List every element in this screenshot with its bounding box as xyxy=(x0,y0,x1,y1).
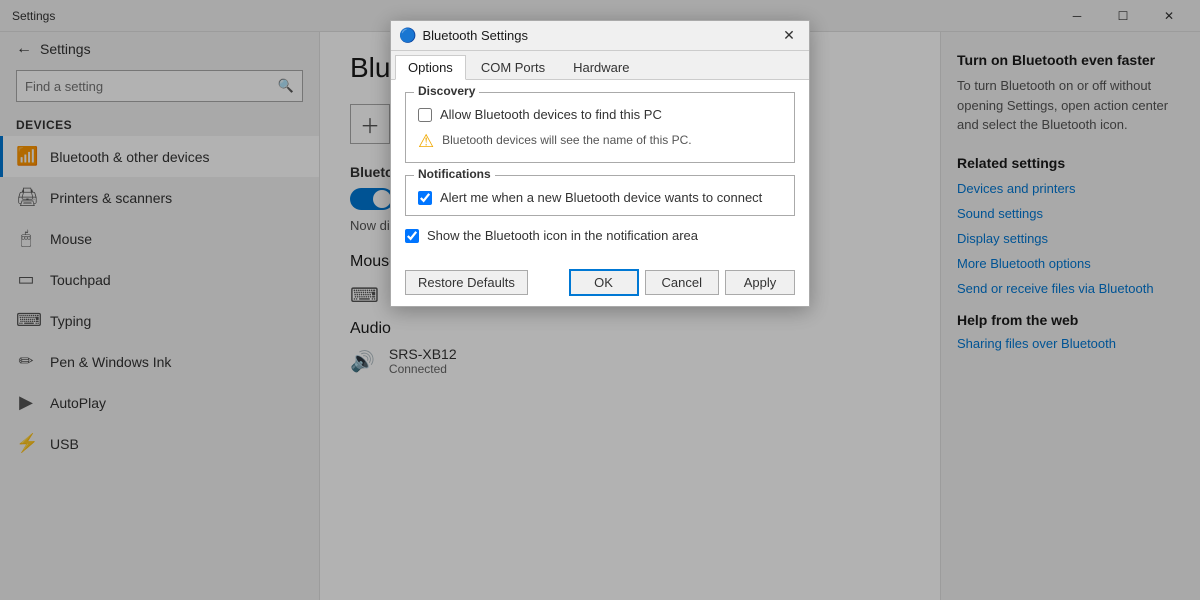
show-icon-label: Show the Bluetooth icon in the notificat… xyxy=(427,228,698,243)
tab-options[interactable]: Options xyxy=(395,55,466,80)
dialog-title: Bluetooth Settings xyxy=(422,28,771,43)
discovery-group: Discovery Allow Bluetooth devices to fin… xyxy=(405,92,795,163)
notifications-legend: Notifications xyxy=(414,167,495,181)
discovery-warning-text: Bluetooth devices will see the name of t… xyxy=(442,132,691,149)
notifications-checkbox-row: Alert me when a new Bluetooth device wan… xyxy=(418,190,782,205)
dialog-titlebar: 🔵 Bluetooth Settings ✕ xyxy=(391,21,809,51)
notifications-checkbox-label: Alert me when a new Bluetooth device wan… xyxy=(440,190,762,205)
show-icon-row: Show the Bluetooth icon in the notificat… xyxy=(405,228,795,243)
dialog-overlay: 🔵 Bluetooth Settings ✕ Options COM Ports… xyxy=(0,0,1200,600)
dialog-body: Discovery Allow Bluetooth devices to fin… xyxy=(391,80,809,263)
discovery-checkbox-row: Allow Bluetooth devices to find this PC xyxy=(418,107,782,122)
apply-button[interactable]: Apply xyxy=(725,270,795,295)
dialog-tabs: Options COM Ports Hardware xyxy=(391,51,809,80)
discovery-checkbox[interactable] xyxy=(418,108,432,122)
restore-defaults-button[interactable]: Restore Defaults xyxy=(405,270,528,295)
tab-hardware[interactable]: Hardware xyxy=(560,55,642,80)
cancel-button[interactable]: Cancel xyxy=(645,270,719,295)
tab-com-ports[interactable]: COM Ports xyxy=(468,55,558,80)
show-icon-checkbox[interactable] xyxy=(405,229,419,243)
notifications-checkbox[interactable] xyxy=(418,191,432,205)
dialog-bluetooth-icon: 🔵 xyxy=(399,27,416,44)
ok-button[interactable]: OK xyxy=(569,269,639,296)
warning-icon: ⚠ xyxy=(418,131,434,152)
dialog-footer: Restore Defaults OK Cancel Apply xyxy=(391,263,809,306)
dialog-close-button[interactable]: ✕ xyxy=(777,24,801,48)
discovery-checkbox-label: Allow Bluetooth devices to find this PC xyxy=(440,107,662,122)
bluetooth-settings-dialog: 🔵 Bluetooth Settings ✕ Options COM Ports… xyxy=(390,20,810,307)
notifications-group: Notifications Alert me when a new Blueto… xyxy=(405,175,795,216)
discovery-legend: Discovery xyxy=(414,84,479,98)
discovery-warning-row: ⚠ Bluetooth devices will see the name of… xyxy=(418,132,782,152)
